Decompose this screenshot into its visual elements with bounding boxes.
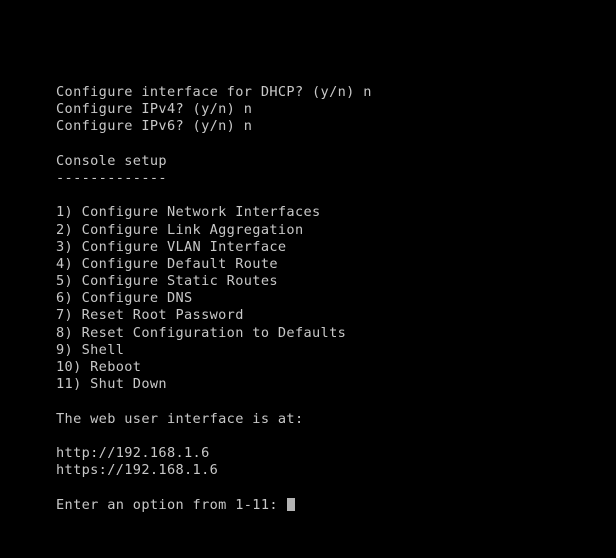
menu-item-4[interactable]: 4) Configure Default Route bbox=[56, 256, 616, 273]
menu-item-7[interactable]: 7) Reset Root Password bbox=[56, 307, 616, 324]
text-cursor bbox=[287, 497, 296, 511]
dhcp-prompt-line: Configure interface for DHCP? (y/n) n bbox=[56, 84, 372, 100]
option-input-line[interactable]: Enter an option from 1-11: bbox=[56, 497, 616, 514]
console-setup-underline: ------------- bbox=[56, 169, 167, 186]
ipv4-prompt-line: Configure IPv4? (y/n) n bbox=[56, 101, 253, 118]
web-ui-heading: The web user interface is at: bbox=[56, 410, 304, 427]
web-ui-url-http: http://192.168.1.6 bbox=[56, 444, 210, 461]
menu-item-9[interactable]: 9) Shell bbox=[56, 342, 616, 359]
web-ui-url-https: https://192.168.1.6 bbox=[56, 462, 219, 479]
option-prompt-label: Enter an option from 1-11: bbox=[56, 496, 287, 513]
menu-item-8[interactable]: 8) Reset Configuration to Defaults bbox=[56, 325, 616, 342]
terminal-console[interactable]: Configure interface for DHCP? (y/n) n Co… bbox=[0, 0, 616, 558]
menu-item-10[interactable]: 10) Reboot bbox=[56, 359, 616, 376]
menu-item-11[interactable]: 11) Shut Down bbox=[56, 376, 616, 393]
menu-item-5[interactable]: 5) Configure Static Routes bbox=[56, 273, 616, 290]
ipv6-prompt-line: Configure IPv6? (y/n) n bbox=[56, 118, 253, 135]
menu-item-2[interactable]: 2) Configure Link Aggregation bbox=[56, 222, 616, 239]
menu-item-3[interactable]: 3) Configure VLAN Interface bbox=[56, 239, 616, 256]
menu-item-6[interactable]: 6) Configure DNS bbox=[56, 290, 616, 307]
console-setup-heading: Console setup bbox=[56, 152, 167, 169]
menu-item-1[interactable]: 1) Configure Network Interfaces bbox=[56, 204, 616, 221]
